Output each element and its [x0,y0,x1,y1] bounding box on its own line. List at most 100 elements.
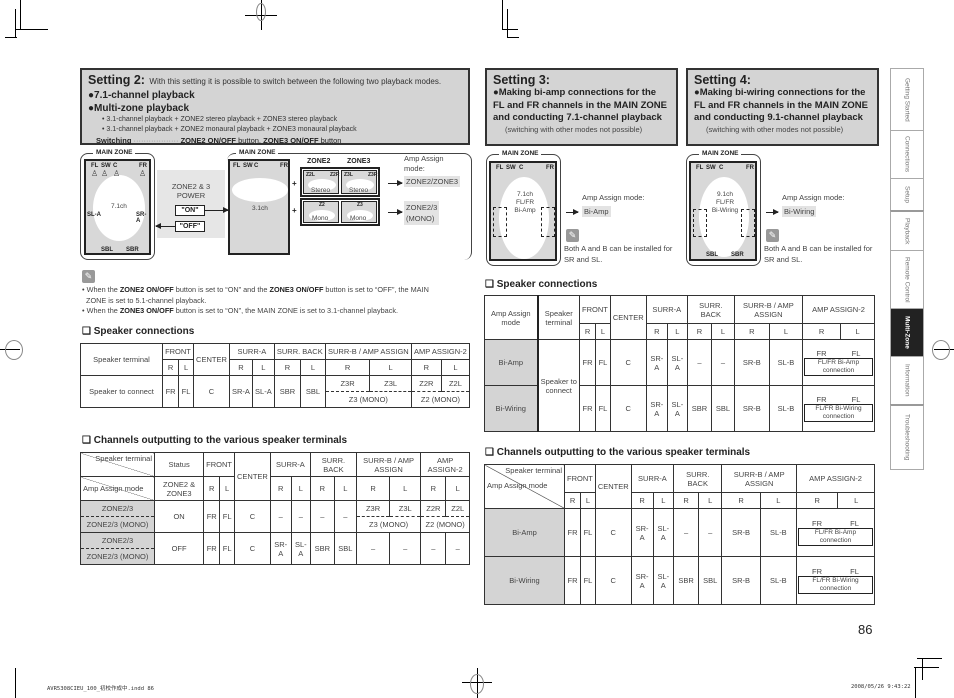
cell: FL [595,339,611,386]
header-cell: AMP ASSIGN-2 [795,464,876,493]
power-label: ZONE2 & 3 [171,182,211,191]
page-number: 86 [858,622,873,637]
mode-cell: Bi-Amp [484,508,565,557]
setting-2-description: With this setting it is possible to swit… [149,77,442,86]
cell: FL [850,567,859,576]
corner-header: Amp Assign mode [80,476,155,501]
cell: C [609,385,647,432]
cell: FL [219,500,235,533]
bi-amp-connection-box: FL/FR Bi-Amp connection [803,358,873,376]
cell: Z2L [440,375,471,392]
text: button is set to “ON” and the [173,285,270,294]
tab-setup[interactable]: Setup [890,178,924,210]
header-cell: CENTER [192,343,230,376]
r-cell: R [645,323,668,340]
setting-3-bullet: ●Making bi-amp connections for the FL an… [493,87,668,123]
l-cell: L [178,359,194,376]
mode-cell: ZONE2/3 [80,532,155,549]
speaker-sra-label: SR-A [136,212,147,224]
speaker-sbl-label: SBL [101,247,113,253]
cell: Z2L [445,500,470,517]
cell: FR [812,519,823,528]
tab-remote-control[interactable]: Remote Control [890,250,924,308]
cell: FR [812,567,823,576]
cell: C [192,375,230,408]
cell: C [234,500,271,533]
sr-ab-group [741,209,755,237]
plus-sign: + [292,179,297,188]
r-cell: R [673,492,700,509]
header-cell: CENTER [594,464,632,509]
table-row: Bi-Wiring FR FL C SR-A SL-A SBR SBL SR-B… [484,556,876,605]
crop-mark [502,29,518,30]
amp-assign-label: Amp Assign mode: [582,193,645,202]
amp-assign-label: Amp Assign [404,154,444,163]
tab-connections[interactable]: Connections [890,130,924,178]
main-zone-label: MAIN ZONE [699,150,742,157]
r-cell: R [355,476,391,501]
speaker-sbr-label: SBR [126,247,139,253]
header-cell: SURR. BACK [686,295,735,324]
tab-label: Remote Control [903,256,911,303]
text: 9.1ch [717,191,733,198]
corner-header: Speaker terminal [80,452,155,477]
header-cell: SURR. BACK [673,464,723,493]
cell: C [594,556,632,605]
tab-label: Multi-Zone [903,316,911,349]
cell: FL [178,375,194,408]
header-cell: SURR-B / AMP ASSIGN [721,464,797,493]
on-state-label: "ON" [175,205,205,216]
sl-ab-group [693,209,707,237]
l-cell: L [768,323,803,340]
cell: SL-A [290,532,312,565]
sub-item: • 3.1-channel playback + ZONE2 monaural … [102,126,357,133]
setting-3-mode-label: 7.1ch FL/FR Bi-Amp [505,191,545,215]
cell: Z2R [410,375,442,392]
tab-label: Troubleshooting [903,414,911,461]
zone3-mono: Mono Z3 [341,201,377,223]
mode-cell: Bi-Amp [484,339,539,386]
crop-mark [15,668,16,698]
cell: Z3R [355,500,391,517]
cell: SR-A [228,375,253,408]
text: button is set to “ON”, the MAIN ZONE is … [173,306,399,315]
setting-4-mode-label: 9.1ch FL/FR Bi-Wiring [705,191,745,215]
sl-ab-group [493,207,507,237]
cell: SR-A [645,385,668,432]
r-cell: R [733,323,770,340]
setting-2-notes: • When the ZONE2 ON/OFF button is set to… [82,285,474,317]
cell: SBL [333,532,357,565]
cell: SR-B [733,339,770,386]
r-cell: R [420,476,447,501]
l-cell: L [333,476,357,501]
zone2-stereo: Stereo Z2L Z2R [303,170,339,194]
tab-troubleshooting[interactable]: Troubleshooting [890,404,924,470]
setting-3-install-note: Both A and B can be installed for SR and… [564,244,673,264]
cell: – [686,339,713,386]
l-cell: L [759,492,797,509]
bi-amp-connection-box: FL/FR Bi-Amp connection [797,528,873,546]
text: 7.1ch [517,191,533,198]
table-row: ZONE2/3 ON FR FL C – – – – Z3R Z3L Z2R Z… [80,500,470,533]
text: • When the [82,306,120,315]
tab-information[interactable]: Information [890,356,924,404]
header-cell: SURR-A [269,452,312,477]
r-cell: R [410,359,442,376]
tab-multi-zone[interactable]: Multi-Zone [890,308,924,356]
main-zone-label: MAIN ZONE [93,149,136,156]
header-cell: CENTER [609,295,647,340]
l-cell: L [698,492,723,509]
cell: – [355,532,391,565]
tab-playback[interactable]: Playback [890,210,924,250]
l-cell: L [666,323,688,340]
cell: FR [816,395,827,404]
r-cell: R [686,323,713,340]
main-zone-label: MAIN ZONE [499,150,542,157]
r-cell: R [269,476,292,501]
setting-2-panel: Setting 2: With this setting it is possi… [80,68,470,145]
tab-getting-started[interactable]: Getting Started [890,68,924,130]
cell: FL [219,532,235,565]
speaker-icon: ♙ [91,169,99,178]
cell: SBL [300,375,326,408]
cell: FL [595,385,611,432]
